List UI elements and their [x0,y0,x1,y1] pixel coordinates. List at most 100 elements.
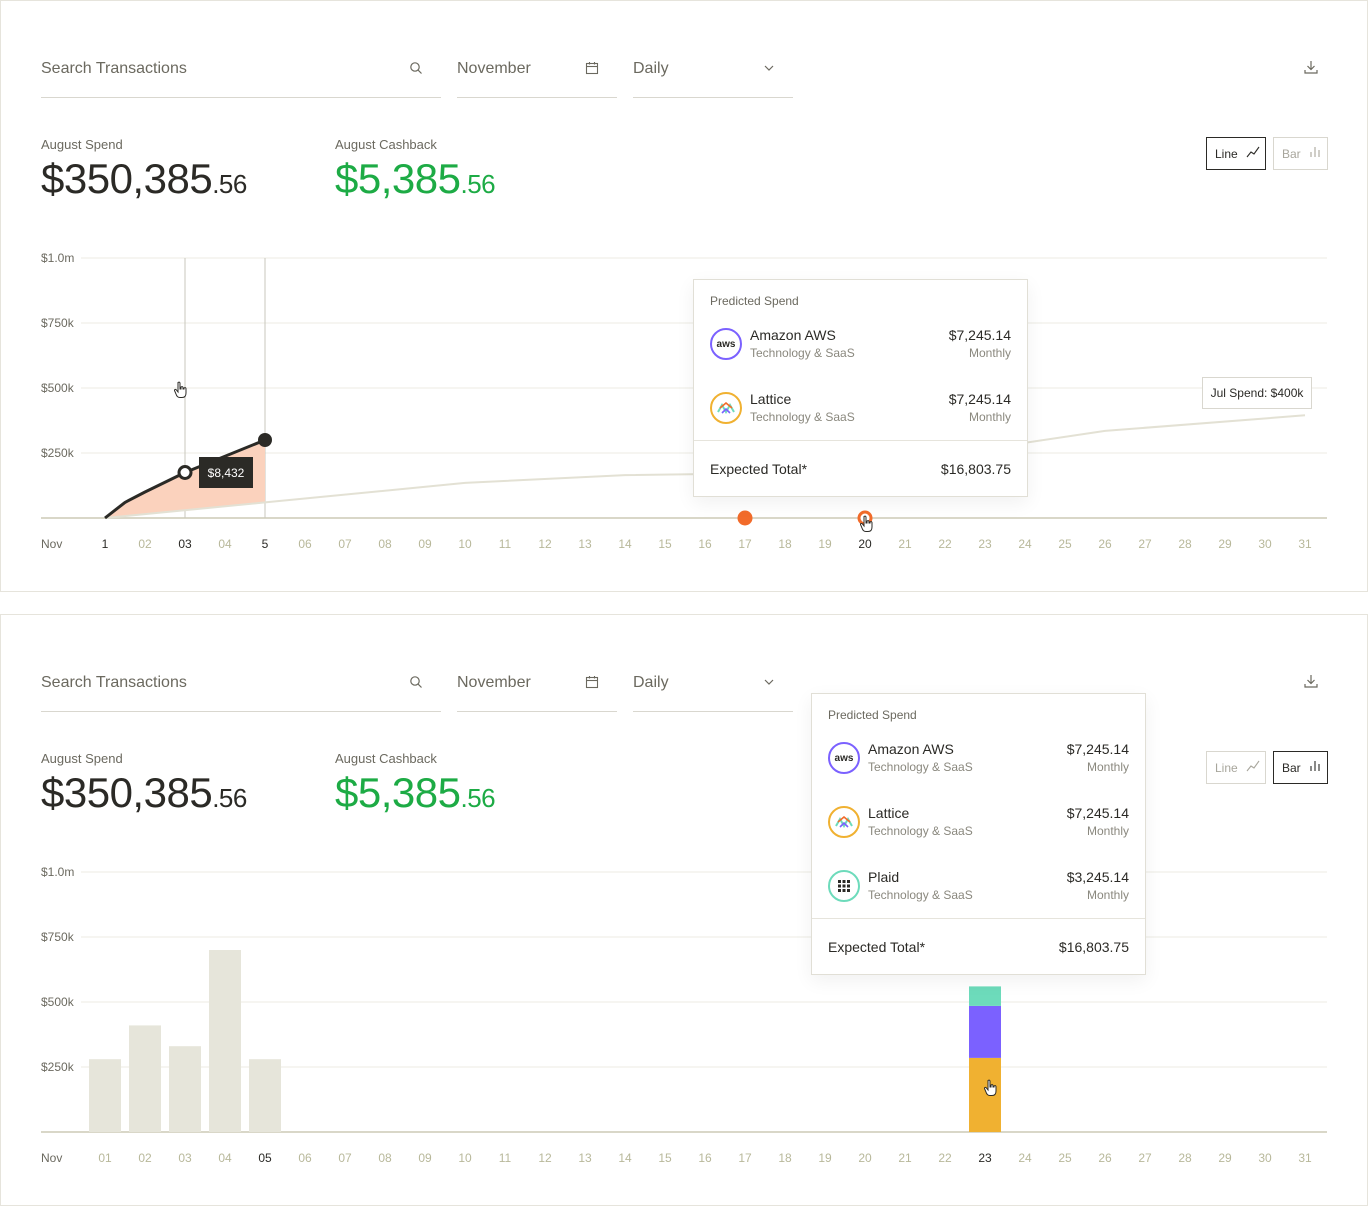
x-tick-label: 13 [578,1151,592,1165]
line-chart-icon [1246,760,1260,775]
month-value: November [457,674,531,691]
x-tick-label: 01 [98,1151,112,1165]
x-tick-label: 17 [738,537,752,551]
x-tick-label: 12 [538,537,552,551]
x-tick-label: 09 [418,1151,432,1165]
cashback-label: August Cashback [335,751,437,766]
predicted-spend-card: Predicted Spend aws Amazon AWS Technolog… [811,693,1146,975]
search-icon[interactable] [409,675,423,694]
spend-panel-bar: Search Transactions November Daily Augus… [0,614,1368,1206]
x-tick-label: 20 [858,537,872,551]
x-tick-label: 23 [978,1151,992,1165]
bar [249,1059,281,1132]
cashback-whole: $5,385 [335,155,461,202]
spend-whole: $350,385 [41,155,213,202]
expected-total-label: Expected Total* [828,939,926,955]
x-tick-label: 15 [658,537,672,551]
chevron-down-icon[interactable] [763,61,775,79]
x-tick-label: 24 [1018,537,1032,551]
y-tick-label: $1.0m [41,865,74,879]
vendor-frequency: Monthly [1086,760,1129,774]
search-placeholder: Search Transactions [41,60,187,77]
y-tick-label: $250k [41,446,75,460]
line-view-button[interactable]: Line [1206,137,1266,170]
spend-panel-line: Search Transactions November Daily Augus… [0,0,1368,592]
x-month-label: Nov [41,1151,62,1165]
bar-view-label: Bar [1282,760,1301,775]
vendor-category: Technology & SaaS [868,824,973,838]
x-tick-label: 30 [1258,1151,1272,1165]
vendor-row-plaid[interactable]: Plaid Technology & SaaS $3,245.14 Monthl… [812,869,1145,934]
bar-chart-icon [1309,146,1321,161]
card-divider [812,918,1145,919]
vendor-amount: $7,245.14 [1066,741,1129,757]
x-tick-label: 5 [262,537,269,551]
y-tick-label: $500k [41,995,75,1009]
x-tick-label: 08 [378,1151,392,1165]
vendor-amount: $7,245.14 [948,327,1011,343]
line-view-button[interactable]: Line [1206,751,1266,784]
period-select[interactable]: Daily [633,49,793,98]
vendor-row-aws[interactable]: aws Amazon AWS Technology & SaaS $7,245.… [812,741,1145,806]
download-icon[interactable] [1303,59,1319,80]
x-tick-label: 12 [538,1151,552,1165]
bar-view-button[interactable]: Bar [1273,751,1328,784]
x-tick-label: 31 [1298,1151,1312,1165]
vendor-row-aws[interactable]: aws Amazon AWS Technology & SaaS $7,245.… [694,327,1027,392]
x-tick-label: 16 [698,1151,712,1165]
x-tick-label: 04 [218,1151,232,1165]
cashback-cents: .56 [460,783,496,813]
vendor-name: Lattice [750,391,792,407]
vendor-frequency: Monthly [968,346,1011,360]
x-tick-label: 24 [1018,1151,1032,1165]
jul-spend-tooltip: Jul Spend: $400k [1202,377,1312,409]
x-tick-label: 30 [1258,537,1272,551]
month-picker[interactable]: November [457,663,617,712]
x-tick-label: 28 [1178,1151,1192,1165]
x-tick-label: 22 [938,537,952,551]
calendar-icon[interactable] [585,675,599,694]
hand-cursor-icon [859,515,875,538]
x-tick-label: 07 [338,537,352,551]
chevron-down-icon[interactable] [763,675,775,693]
vendor-name: Amazon AWS [750,327,836,343]
spend-cents: .56 [212,783,247,813]
bar-view-button[interactable]: Bar [1273,137,1328,170]
line-chart-icon [1246,146,1260,161]
cashback-whole: $5,385 [335,769,461,816]
calendar-icon[interactable] [585,61,599,80]
x-tick-label: 11 [499,537,512,551]
download-icon[interactable] [1303,673,1319,694]
y-tick-label: $750k [41,930,75,944]
x-tick-label: 17 [738,1151,752,1165]
x-tick-label: 06 [298,1151,312,1165]
spend-label: August Spend [41,137,123,152]
vendor-frequency: Monthly [1086,824,1129,838]
spend-value: $350,385.56 [41,769,247,817]
x-tick-label: 10 [458,1151,472,1165]
x-tick-label: 19 [818,1151,832,1165]
cashback-cents: .56 [460,169,496,199]
vendor-row-lattice[interactable]: Lattice Technology & SaaS $7,245.14 Mont… [812,805,1145,870]
bar [169,1046,201,1132]
x-tick-label: 23 [978,537,992,551]
bar-chart: $1.0m $750k $500k $250k Nov 01 02 03 04 05 06 07 08 0… [41,865,1327,1165]
search-input[interactable]: Search Transactions [41,663,441,712]
x-tick-label: 11 [499,1151,512,1165]
x-tick-label: 02 [138,537,152,551]
month-picker[interactable]: November [457,49,617,98]
y-tick-label: $1.0m [41,251,74,265]
search-icon[interactable] [409,61,423,80]
y-tick-label: $250k [41,1060,75,1074]
card-divider [694,440,1027,441]
vendor-row-lattice[interactable]: Lattice Technology & SaaS $7,245.14 Mont… [694,391,1027,456]
data-point-marker [177,465,193,480]
search-input[interactable]: Search Transactions [41,49,441,98]
vendor-category: Technology & SaaS [868,760,973,774]
bar-chart-icon [1309,760,1321,775]
period-select[interactable]: Daily [633,663,793,712]
x-tick-label: 26 [1098,537,1112,551]
vendor-amount: $3,245.14 [1066,869,1129,885]
x-tick-label: 03 [178,1151,192,1165]
cashback-label: August Cashback [335,137,437,152]
